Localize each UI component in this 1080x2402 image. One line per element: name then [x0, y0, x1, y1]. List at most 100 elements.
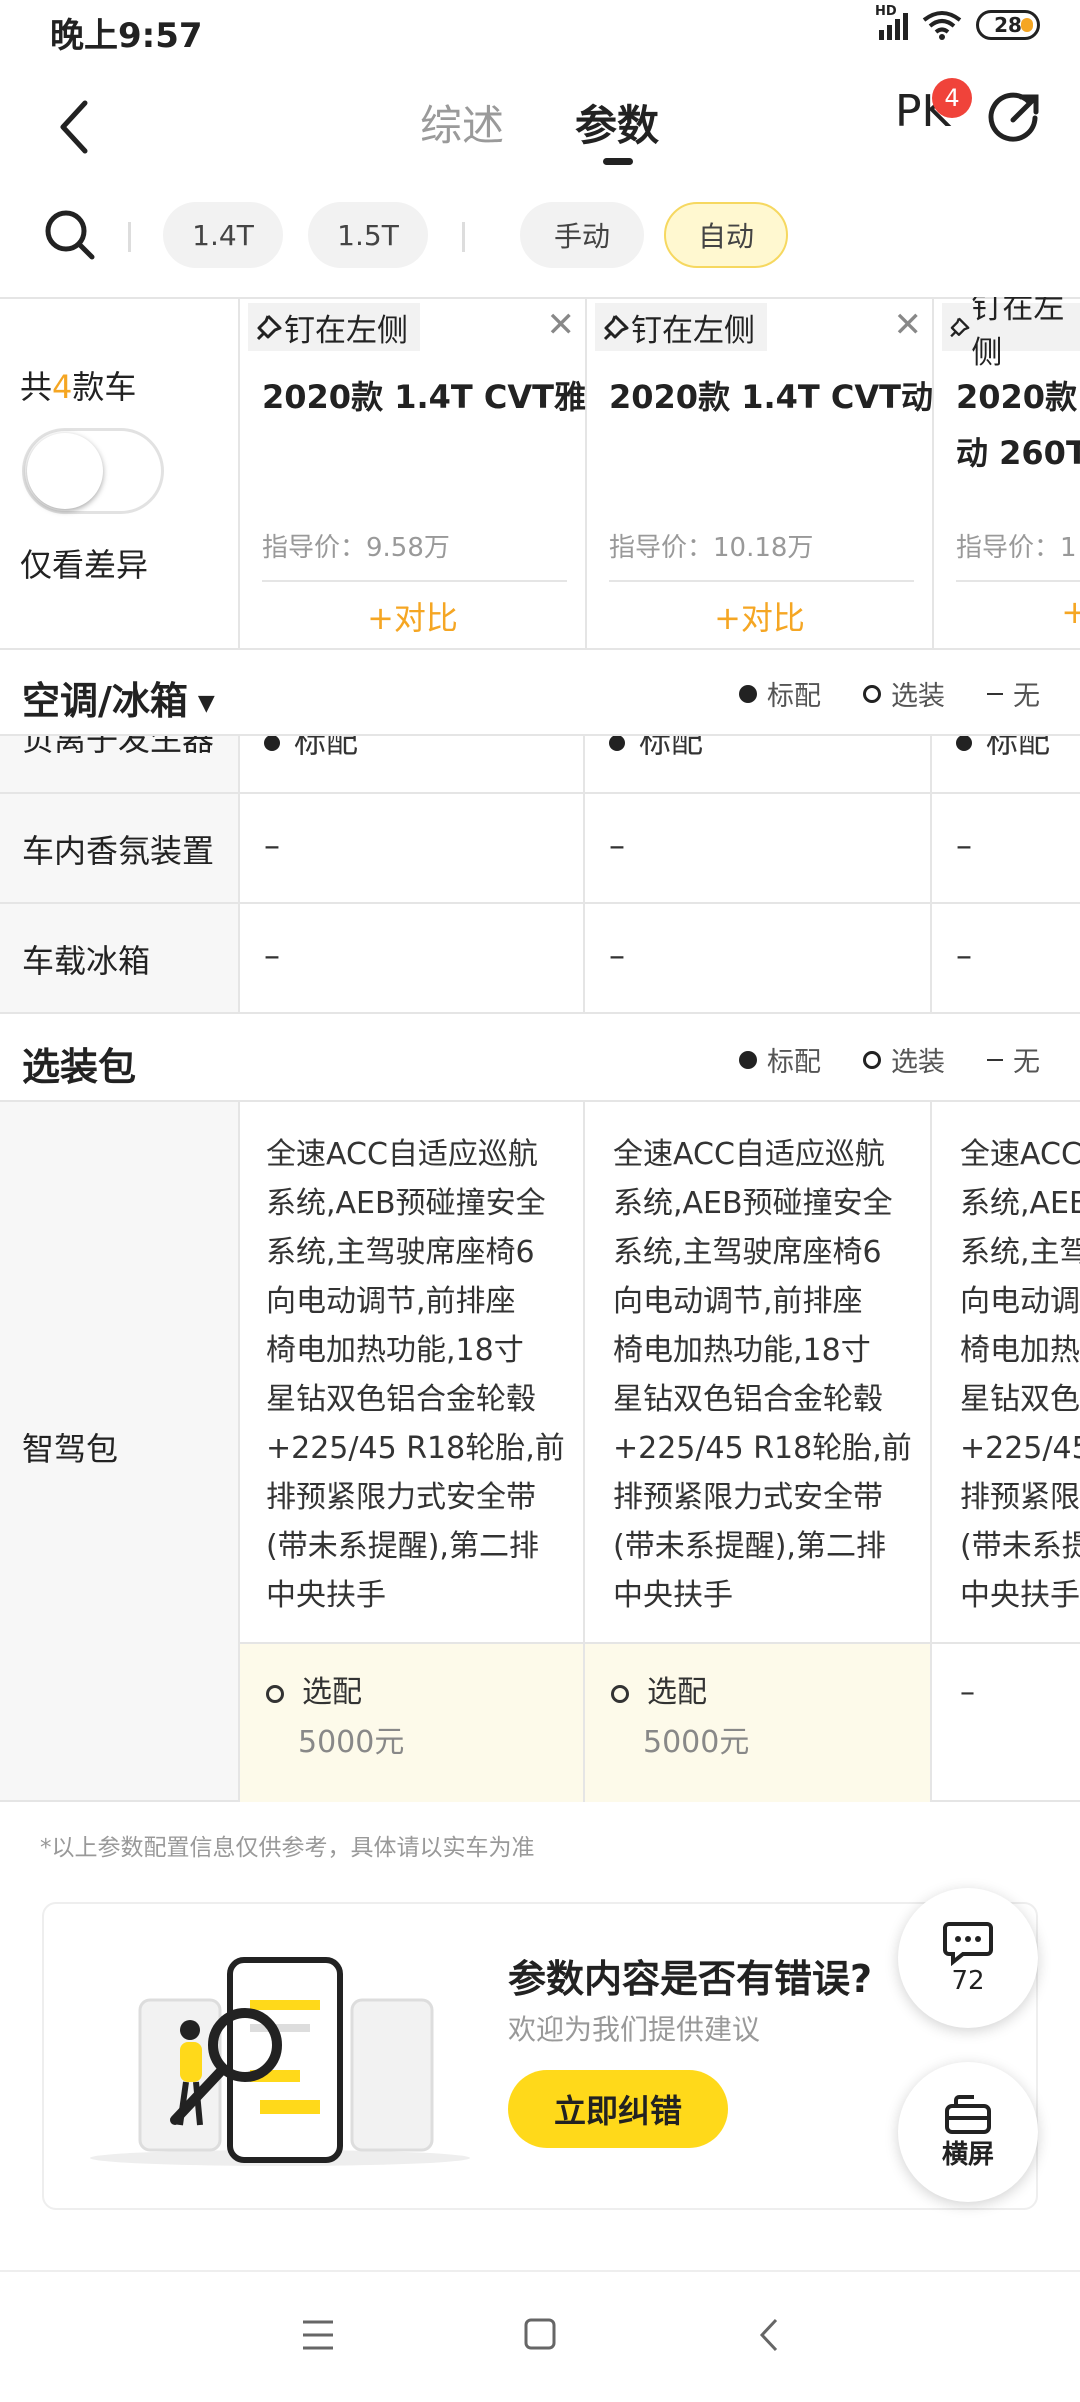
pin-label: 钉在左侧: [971, 297, 1065, 371]
feedback-title: 参数内容是否有错误?: [508, 1957, 873, 2001]
add-compare-button[interactable]: +对比: [587, 593, 932, 639]
car-column: 钉在左侧 ✕ 2020款 1.4T CVT雅 指导价：9.58万 +对比: [240, 297, 587, 650]
package-description: 全速ACC自适应巡航系统,AEB预碰撞安全系统,主驾驶席座椅6向电动调节,前排座…: [960, 1137, 1080, 1613]
landscape-button[interactable]: 横屏: [898, 2062, 1038, 2202]
feedback-subtitle: 欢迎为我们提供建议: [508, 2013, 761, 2046]
close-icon[interactable]: ✕: [894, 305, 923, 345]
pk-badge: 4: [932, 78, 972, 118]
filter-divider: [128, 222, 131, 252]
car-name-line-2: 动 260T: [956, 434, 1080, 472]
package-option-cell: –: [932, 1642, 1080, 1800]
package-description: 全速ACC自适应巡航系统,AEB预碰撞安全系统,主驾驶席座椅6向电动调节,前排座…: [613, 1137, 912, 1613]
table-row: 负离子发生器 标配 标配 标配: [0, 736, 1080, 794]
cell-value: 标配: [956, 736, 1050, 762]
comments-button[interactable]: 72: [898, 1888, 1038, 2028]
report-error-button[interactable]: 立即纠错: [508, 2070, 728, 2148]
package-row: 智驾包 全速ACC自适应巡航 系统,AEB预碰撞安全 系统,主驾驶席座椅6 向电动调节…: [0, 1102, 1080, 1802]
close-icon[interactable]: ✕: [547, 305, 576, 345]
package-cell: 全速ACC自适应巡航系统,AEB预碰撞安全系统,主驾驶席座椅6向电动调节,前排座…: [932, 1102, 1080, 1800]
pin-icon: [603, 314, 629, 341]
section-title[interactable]: 空调/冰箱 ▼: [22, 670, 215, 725]
share-button[interactable]: [985, 88, 1045, 148]
status-bar: 晚上9:57 HD 28: [0, 0, 1080, 62]
legend-none: 无: [1013, 681, 1040, 712]
legend-optional: 选装: [891, 1047, 945, 1078]
tab-summary[interactable]: 综述: [420, 92, 504, 153]
cell-value: –: [609, 936, 625, 974]
divider: [262, 580, 567, 582]
search-button[interactable]: [40, 205, 100, 265]
option-price: 5000元: [643, 1725, 750, 1760]
package-option-cell[interactable]: 选配 5000元: [240, 1642, 583, 1802]
package-option-cell[interactable]: 选配 5000元: [585, 1642, 930, 1802]
divider: [956, 580, 1080, 582]
car-name: 2020款 1: [956, 378, 1080, 416]
share-icon: [988, 92, 1039, 142]
package-description: 全速ACC自适应巡航系统,AEB预碰撞安全系统,主驾驶席座椅6向电动调节,前排座…: [266, 1137, 565, 1613]
legend-standard: 标配: [767, 681, 821, 712]
legend: 标配 选装 无: [739, 1040, 1040, 1079]
cell-value: –: [264, 936, 280, 974]
legend-optional: 选装: [891, 681, 945, 712]
rotate-screen-icon: [945, 2094, 991, 2134]
chip-1-4t[interactable]: 1.4T: [163, 202, 283, 268]
row-label: 车内香氛装置: [22, 832, 215, 870]
optional-dot-icon: [863, 684, 881, 703]
standard-dot-icon: [739, 1050, 757, 1069]
table-row: 车内香氛装置 – – –: [0, 794, 1080, 904]
tab-params[interactable]: 参数: [575, 92, 659, 153]
comments-count: 72: [951, 1966, 985, 1996]
back-button[interactable]: [40, 92, 110, 162]
optional-dot-icon: [863, 1050, 881, 1069]
section-title: 选装包: [22, 1045, 137, 1089]
hd-label: HD: [875, 4, 897, 19]
row-label: 负离子发生器: [22, 736, 215, 758]
car-price: 指导价：10.18万: [609, 533, 814, 563]
row-label: 车载冰箱: [22, 942, 151, 980]
add-compare-button[interactable]: +对比: [240, 593, 585, 639]
cell-value: –: [264, 826, 280, 864]
diff-only-toggle[interactable]: [22, 428, 164, 514]
dash-icon: [987, 692, 1003, 695]
pin-label: 钉在左侧: [284, 312, 408, 349]
chip-auto[interactable]: 自动: [664, 202, 788, 268]
pin-left-button[interactable]: 钉在左侧: [248, 303, 420, 351]
standard-dot-icon: [739, 684, 757, 703]
chip-manual[interactable]: 手动: [520, 202, 644, 268]
legend-none: 无: [1013, 1047, 1040, 1078]
caret-down-icon: ▼: [197, 691, 215, 716]
car-count: 共4款车: [20, 368, 137, 406]
car-column: 钉在左侧 ✕ 2020款 1.4T CVT动 指导价：10.18万 +对比: [587, 297, 934, 650]
filter-divider: [462, 222, 465, 252]
car-column: 钉在左侧 2020款 1 动 260T 指导价：1 +: [934, 297, 1080, 650]
legend-standard: 标配: [767, 1047, 821, 1078]
chevron-left-icon: [60, 100, 88, 154]
home-icon[interactable]: [522, 2316, 558, 2352]
pin-icon: [950, 317, 970, 338]
section-header-ac: 空调/冰箱 ▼ 标配 选装 无: [0, 650, 1080, 736]
row-label: 智驾包: [22, 1430, 119, 1468]
status-icons: HD 28: [875, 4, 1040, 40]
car-price: 指导价：1: [956, 533, 1077, 563]
car-price: 指导价：9.58万: [262, 533, 450, 563]
landscape-label: 横屏: [941, 2139, 994, 2170]
cell-value: 标配: [609, 736, 703, 762]
pin-left-button[interactable]: 钉在左侧: [595, 303, 767, 351]
status-time: 晚上9:57: [50, 16, 203, 56]
optional-dot-icon: [266, 1684, 284, 1703]
chip-1-5t[interactable]: 1.5T: [308, 202, 428, 268]
chat-bubble-icon: [943, 1922, 993, 1966]
battery-icon: 28: [976, 10, 1040, 40]
option-status: 选配: [266, 1668, 362, 1717]
system-nav-bar: [0, 2270, 1080, 2402]
package-cell: 全速ACC自适应巡航系统,AEB预碰撞安全系统,主驾驶席座椅6向电动调节,前排座…: [585, 1102, 932, 1802]
add-compare-button[interactable]: +: [1061, 593, 1080, 631]
divider: [609, 580, 914, 582]
wifi-icon: [922, 11, 962, 40]
pin-left-button[interactable]: 钉在左侧: [942, 297, 1080, 371]
cell-value: –: [956, 826, 972, 864]
back-nav-icon[interactable]: [754, 2316, 784, 2354]
option-price: 5000元: [298, 1725, 405, 1760]
menu-icon[interactable]: [300, 2318, 336, 2352]
pin-label: 钉在左侧: [631, 312, 755, 349]
